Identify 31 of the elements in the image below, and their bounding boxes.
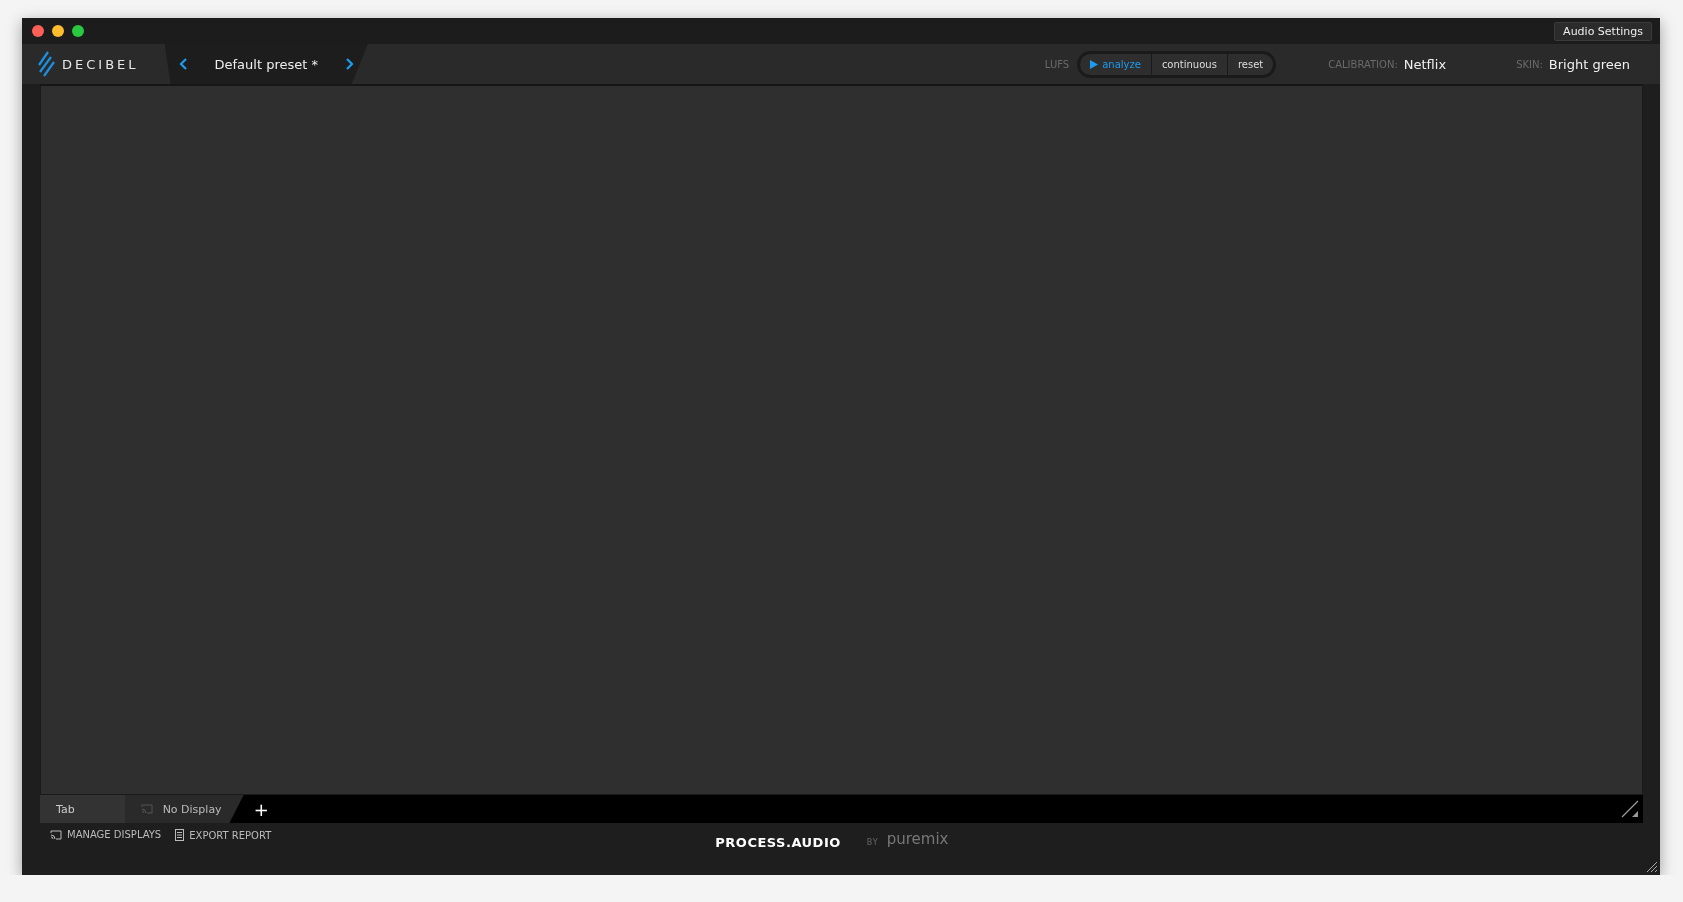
minimize-button[interactable] xyxy=(52,25,64,37)
app-logo-text: DECIBEL xyxy=(62,56,139,72)
calibration-value[interactable]: Netflix xyxy=(1403,56,1447,72)
resize-grip-icon[interactable] xyxy=(1644,859,1658,873)
by-label: BY xyxy=(866,838,879,847)
calibration-label: CALIBRATION: xyxy=(1328,58,1398,70)
preset-name: Default preset * xyxy=(214,56,318,72)
partner-logo-text: puremix xyxy=(886,829,949,848)
brand-logo-text: PROCESS.AUDIO xyxy=(715,835,841,850)
lufs-label: LUFS xyxy=(1044,58,1070,70)
cast-icon xyxy=(140,804,153,814)
skin-value[interactable]: Bright green xyxy=(1548,56,1630,72)
chevron-right-icon[interactable] xyxy=(343,57,354,71)
cast-icon xyxy=(50,829,62,840)
close-button[interactable] xyxy=(32,25,44,37)
play-icon xyxy=(1090,59,1099,69)
display-tab[interactable]: Tab xyxy=(40,795,125,823)
skin-label: SKIN: xyxy=(1516,58,1543,70)
zoom-button[interactable] xyxy=(72,25,84,37)
display-tab[interactable]: No Display xyxy=(124,795,244,823)
lufs-mode-button[interactable]: analyze xyxy=(1080,53,1152,75)
stripes-logo-icon xyxy=(36,51,56,77)
lufs-mode-button[interactable]: continuous xyxy=(1151,53,1228,75)
resize-icon[interactable] xyxy=(1621,800,1639,818)
footer-action-link[interactable]: EXPORT REPORT xyxy=(175,829,272,841)
add-tab-button[interactable]: + xyxy=(247,797,275,821)
lufs-mode-button[interactable]: reset xyxy=(1227,53,1274,75)
footer-action-link[interactable]: MANAGE DISPLAYS xyxy=(50,829,162,840)
audio-settings-button[interactable]: Audio Settings xyxy=(1554,21,1652,41)
document-icon xyxy=(175,829,185,841)
chevron-left-icon[interactable] xyxy=(178,57,189,71)
